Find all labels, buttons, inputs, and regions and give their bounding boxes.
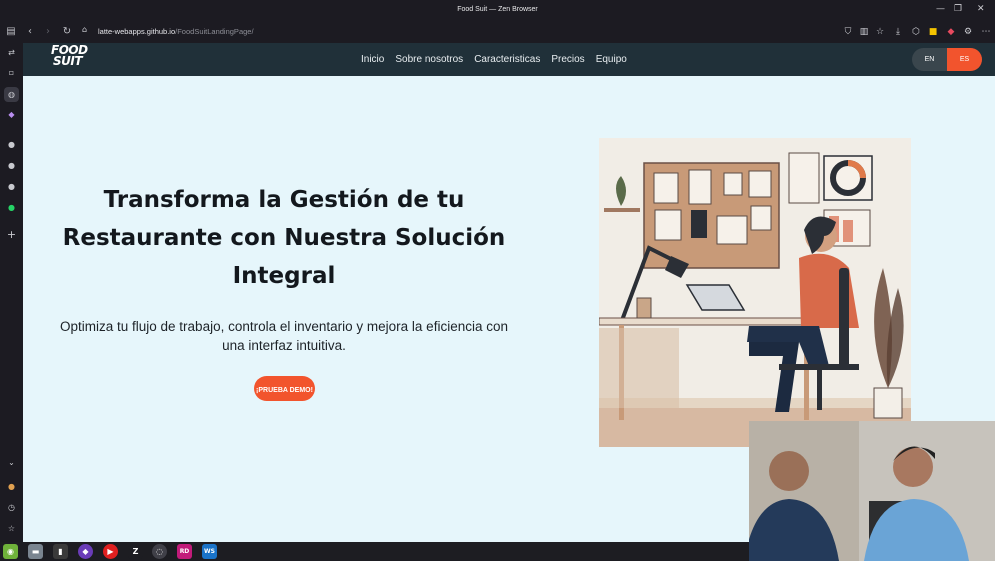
zed-icon[interactable]: Z — [128, 544, 143, 559]
whatsapp-icon[interactable]: ● — [4, 200, 19, 215]
menu-inicio[interactable]: Inicio — [361, 54, 384, 65]
plus-icon[interactable]: + — [4, 227, 19, 242]
bookmark-star-icon[interactable]: ☆ — [873, 25, 887, 39]
tab-icon[interactable]: ▫ — [4, 65, 19, 80]
logo-line-2: SUIT — [53, 54, 83, 68]
extension-icon[interactable]: ◆ — [944, 25, 958, 39]
site-menu: Inicio Sobre nosotros Caracteristicas Pr… — [361, 54, 627, 65]
url-path: /FoodSuitLandingPage/ — [175, 27, 254, 36]
extension-gem-icon[interactable]: ◆ — [4, 107, 19, 122]
forward-icon[interactable]: › — [41, 25, 55, 39]
obs-icon[interactable]: ◌ — [152, 544, 167, 559]
lang-es-button[interactable]: ES — [947, 48, 982, 71]
menu-equipo[interactable]: Equipo — [596, 54, 627, 65]
reload-icon[interactable]: ↻ — [60, 25, 74, 39]
hero-title: Transforma la Gestión de tu Restaurante … — [62, 187, 506, 289]
minimize-icon[interactable]: — — [936, 4, 945, 14]
office-illustration — [599, 152, 911, 447]
demo-button[interactable]: ¡PRUEBA DEMO! — [254, 376, 315, 401]
youtube-music-icon[interactable]: ▶ — [103, 544, 118, 559]
globe-icon[interactable]: ◍ — [4, 87, 19, 102]
reader-icon[interactable]: ▥ — [857, 25, 871, 39]
browser-sidebar: ⇄ ▫ ◍ ◆ ● ● ● ● + ⌄ ● ◷ ☆ — [0, 43, 23, 542]
github-icon[interactable]: ● — [4, 158, 19, 173]
extensions-icon[interactable]: ⬡ — [909, 25, 923, 39]
site-navbar: FOOD SUIT Inicio Sobre nosotros Caracter… — [23, 43, 995, 76]
download-icon[interactable]: ⤓ — [891, 25, 905, 39]
files-icon[interactable]: ▬ — [28, 544, 43, 559]
url-host: latte-webapps.github.io — [98, 27, 176, 36]
window-title: Food Suit — Zen Browser — [457, 6, 538, 13]
menu-caracteristicas[interactable]: Caracteristicas — [474, 54, 540, 65]
lang-en-button[interactable]: EN — [912, 48, 947, 71]
menu-sobre-nosotros[interactable]: Sobre nosotros — [395, 54, 463, 65]
settings-icon[interactable]: ⚙ — [961, 25, 975, 39]
url-bar[interactable]: ⌂ latte-webapps.github.io/FoodSuitLandin… — [80, 24, 891, 40]
webcam-overlay — [749, 421, 995, 561]
language-switch: EN ES — [912, 48, 982, 71]
app-purple-icon[interactable]: ◆ — [78, 544, 93, 559]
site-info-icon[interactable]: ⌂ — [82, 25, 87, 34]
github-icon[interactable]: ● — [4, 179, 19, 194]
webstorm-icon[interactable]: WS — [202, 544, 217, 559]
avatar-icon[interactable]: ● — [4, 479, 19, 494]
sidebar-toggle-icon[interactable]: ▤ — [4, 25, 18, 39]
github-icon[interactable]: ● — [4, 137, 19, 152]
mint-menu-icon[interactable]: ◉ — [3, 544, 18, 559]
window-titlebar: Food Suit — Zen Browser — ❐ ✕ — [0, 0, 995, 21]
terminal-icon[interactable]: ▮ — [53, 544, 68, 559]
back-icon[interactable]: ‹ — [23, 25, 37, 39]
hero-illustration — [599, 138, 911, 447]
maximize-icon[interactable]: ❐ — [954, 4, 962, 14]
menu-icon[interactable]: ⋯ — [979, 25, 993, 39]
chevron-down-icon[interactable]: ⌄ — [4, 455, 19, 470]
food-suit-logo[interactable]: FOOD SUIT — [51, 44, 88, 68]
history-icon[interactable]: ◷ — [4, 500, 19, 515]
menu-precios[interactable]: Precios — [551, 54, 584, 65]
colors-icon[interactable]: ■ — [926, 25, 940, 39]
hero-subtitle: Optimiza tu flujo de trabajo, controla e… — [60, 319, 508, 353]
webcam-video — [749, 421, 995, 561]
star-icon[interactable]: ☆ — [4, 521, 19, 536]
swap-icon[interactable]: ⇄ — [4, 45, 19, 60]
close-icon[interactable]: ✕ — [977, 4, 985, 14]
url-text[interactable]: latte-webapps.github.io/FoodSuitLandingP… — [98, 27, 254, 36]
shield-icon[interactable]: ⛉ — [841, 25, 855, 39]
rider-icon[interactable]: RD — [177, 544, 192, 559]
